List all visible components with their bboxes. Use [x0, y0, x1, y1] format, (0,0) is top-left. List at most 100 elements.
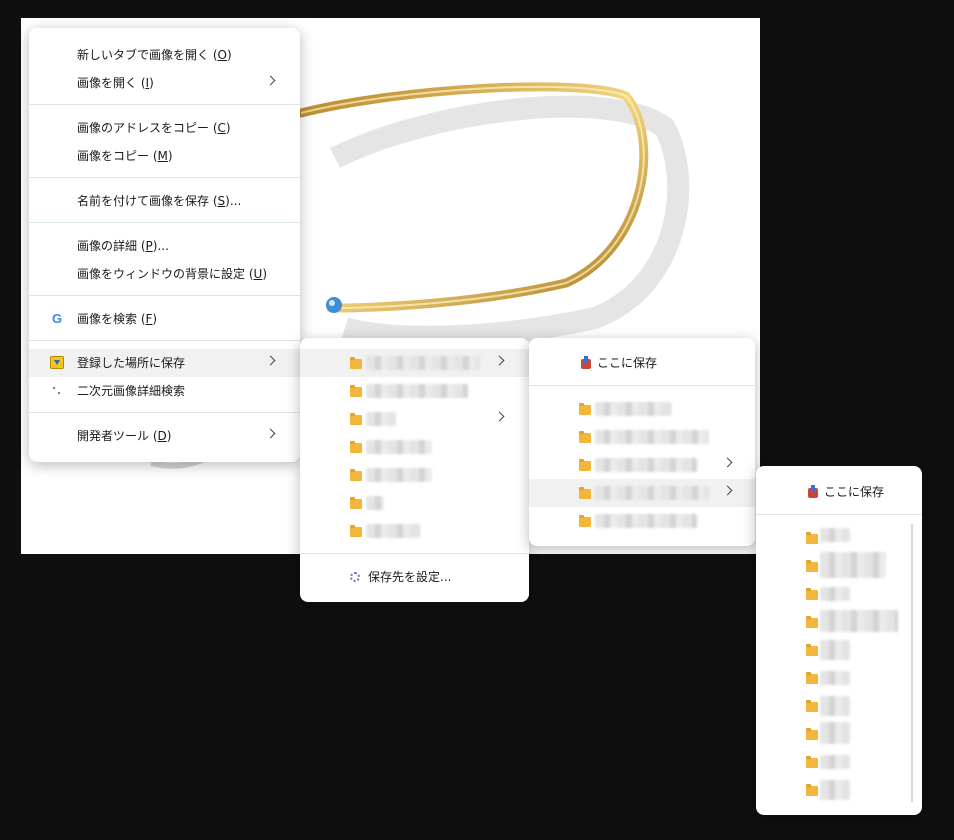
- menu-item-save-here[interactable]: ここに保存: [529, 349, 755, 377]
- redacted-folder-name: [595, 430, 709, 444]
- folder-item[interactable]: [756, 524, 910, 552]
- submenu-registered-locations: 保存先を設定...: [300, 338, 529, 602]
- menu-item-save-to-registered-location[interactable]: 登録した場所に保存: [29, 349, 300, 377]
- folder-item[interactable]: [756, 580, 910, 608]
- menu-item-label: 画像を開く: [77, 76, 138, 90]
- menu-separator: [529, 385, 755, 386]
- scrollbar[interactable]: [911, 524, 913, 802]
- chevron-right-icon: [494, 411, 505, 422]
- folder-icon: [806, 728, 818, 740]
- folder-item[interactable]: [756, 664, 910, 692]
- chevron-right-icon: [722, 485, 733, 496]
- folder-icon: [579, 403, 591, 415]
- redacted-folder-name: [820, 552, 886, 578]
- folder-item[interactable]: [300, 517, 529, 545]
- menu-separator: [29, 222, 300, 223]
- folder-item[interactable]: [756, 636, 910, 664]
- chevron-right-icon: [265, 428, 276, 439]
- menu-separator: [29, 340, 300, 341]
- google-icon: G: [51, 311, 63, 326]
- menu-item-set-as-background[interactable]: 画像をウィンドウの背景に設定 (U): [29, 260, 300, 288]
- menu-separator: [29, 295, 300, 296]
- folder-item[interactable]: [529, 395, 755, 423]
- menu-item-label: 画像の詳細: [77, 239, 138, 253]
- save-here-icon: [808, 485, 818, 498]
- chevron-right-icon: [265, 75, 276, 86]
- folder-item[interactable]: [300, 433, 529, 461]
- menu-item-save-image-as[interactable]: 名前を付けて画像を保存 (S)...: [29, 187, 300, 215]
- folder-icon: [579, 459, 591, 471]
- gear-icon: [350, 572, 360, 582]
- folder-icon: [806, 756, 818, 768]
- menu-separator: [29, 104, 300, 105]
- folder-icon: [350, 469, 362, 481]
- folder-item[interactable]: [300, 349, 529, 377]
- folder-item[interactable]: [300, 461, 529, 489]
- redacted-folder-name: [820, 587, 850, 601]
- menu-item-copy-image-address[interactable]: 画像のアドレスをコピー (C): [29, 114, 300, 142]
- redacted-folder-name: [366, 440, 432, 454]
- accesskey: F: [145, 312, 153, 326]
- redacted-folder-name: [820, 610, 898, 632]
- folder-item[interactable]: [300, 405, 529, 433]
- menu-separator: [756, 514, 922, 515]
- folder-item[interactable]: [529, 507, 755, 535]
- folder-item[interactable]: [300, 489, 529, 517]
- redacted-folder-name: [595, 458, 697, 472]
- menu-item-label: 画像をウィンドウの背景に設定: [77, 267, 246, 281]
- folder-icon: [350, 385, 362, 397]
- folder-item[interactable]: [300, 377, 529, 405]
- folder-icon: [350, 413, 362, 425]
- folder-item[interactable]: [756, 776, 910, 804]
- folder-item[interactable]: [756, 720, 910, 748]
- menu-item-open-in-new-tab[interactable]: 新しいタブで画像を開く (O): [29, 41, 300, 69]
- folder-icon: [806, 616, 818, 628]
- menu-item-open-image[interactable]: 画像を開く (I): [29, 69, 300, 97]
- folder-icon: [350, 497, 362, 509]
- menu-separator: [29, 412, 300, 413]
- menu-item-image-details[interactable]: 画像の詳細 (P)...: [29, 232, 300, 260]
- menu-separator: [29, 177, 300, 178]
- folder-icon: [806, 532, 818, 544]
- menu-item-copy-image[interactable]: 画像をコピー (M): [29, 142, 300, 170]
- folder-item[interactable]: [756, 692, 910, 720]
- menu-item-set-save-destination[interactable]: 保存先を設定...: [300, 563, 529, 591]
- redacted-folder-name: [366, 412, 396, 426]
- ellipsis: ...: [157, 239, 169, 253]
- chevron-right-icon: [722, 457, 733, 468]
- context-menu: 新しいタブで画像を開く (O) 画像を開く (I) 画像のアドレスをコピー (C…: [29, 28, 300, 462]
- folder-icon: [806, 644, 818, 656]
- chevron-right-icon: [494, 355, 505, 366]
- save-here-label: ここに保存: [824, 485, 885, 499]
- folder-item[interactable]: [529, 451, 755, 479]
- folder-item[interactable]: [756, 748, 910, 776]
- accesskey: U: [253, 267, 263, 281]
- menu-item-developer-tools[interactable]: 開発者ツール (D): [29, 422, 300, 450]
- redacted-folder-name: [820, 671, 850, 685]
- folder-icon: [579, 431, 591, 443]
- menu-item-label: 新しいタブで画像を開く: [77, 48, 210, 62]
- menu-item-label: 二次元画像詳細検索: [77, 384, 186, 398]
- redacted-folder-name: [820, 640, 850, 660]
- redacted-folder-name: [595, 486, 709, 500]
- folder-item[interactable]: [756, 552, 910, 580]
- menu-item-label: 開発者ツール: [77, 429, 150, 443]
- menu-item-2d-image-search[interactable]: 二次元画像詳細検索: [29, 377, 300, 405]
- menu-item-label: 名前を付けて画像を保存: [77, 194, 210, 208]
- accesskey: I: [145, 76, 150, 90]
- folder-icon: [806, 588, 818, 600]
- submenu-level-2: ここに保存: [529, 338, 755, 546]
- redacted-folder-name: [366, 384, 468, 398]
- redacted-folder-name: [820, 696, 850, 716]
- folder-item[interactable]: [529, 479, 755, 507]
- menu-item-label: 登録した場所に保存: [77, 356, 186, 370]
- redacted-folder-name: [820, 528, 850, 542]
- image-search-icon: [53, 387, 61, 395]
- folder-item[interactable]: [529, 423, 755, 451]
- menu-item-search-image[interactable]: G 画像を検索 (F): [29, 305, 300, 333]
- folder-item[interactable]: [756, 608, 910, 636]
- menu-item-save-here[interactable]: ここに保存: [756, 478, 922, 506]
- accesskey: O: [217, 48, 227, 62]
- menu-item-label: 画像を検索: [77, 312, 138, 326]
- accesskey: P: [145, 239, 153, 253]
